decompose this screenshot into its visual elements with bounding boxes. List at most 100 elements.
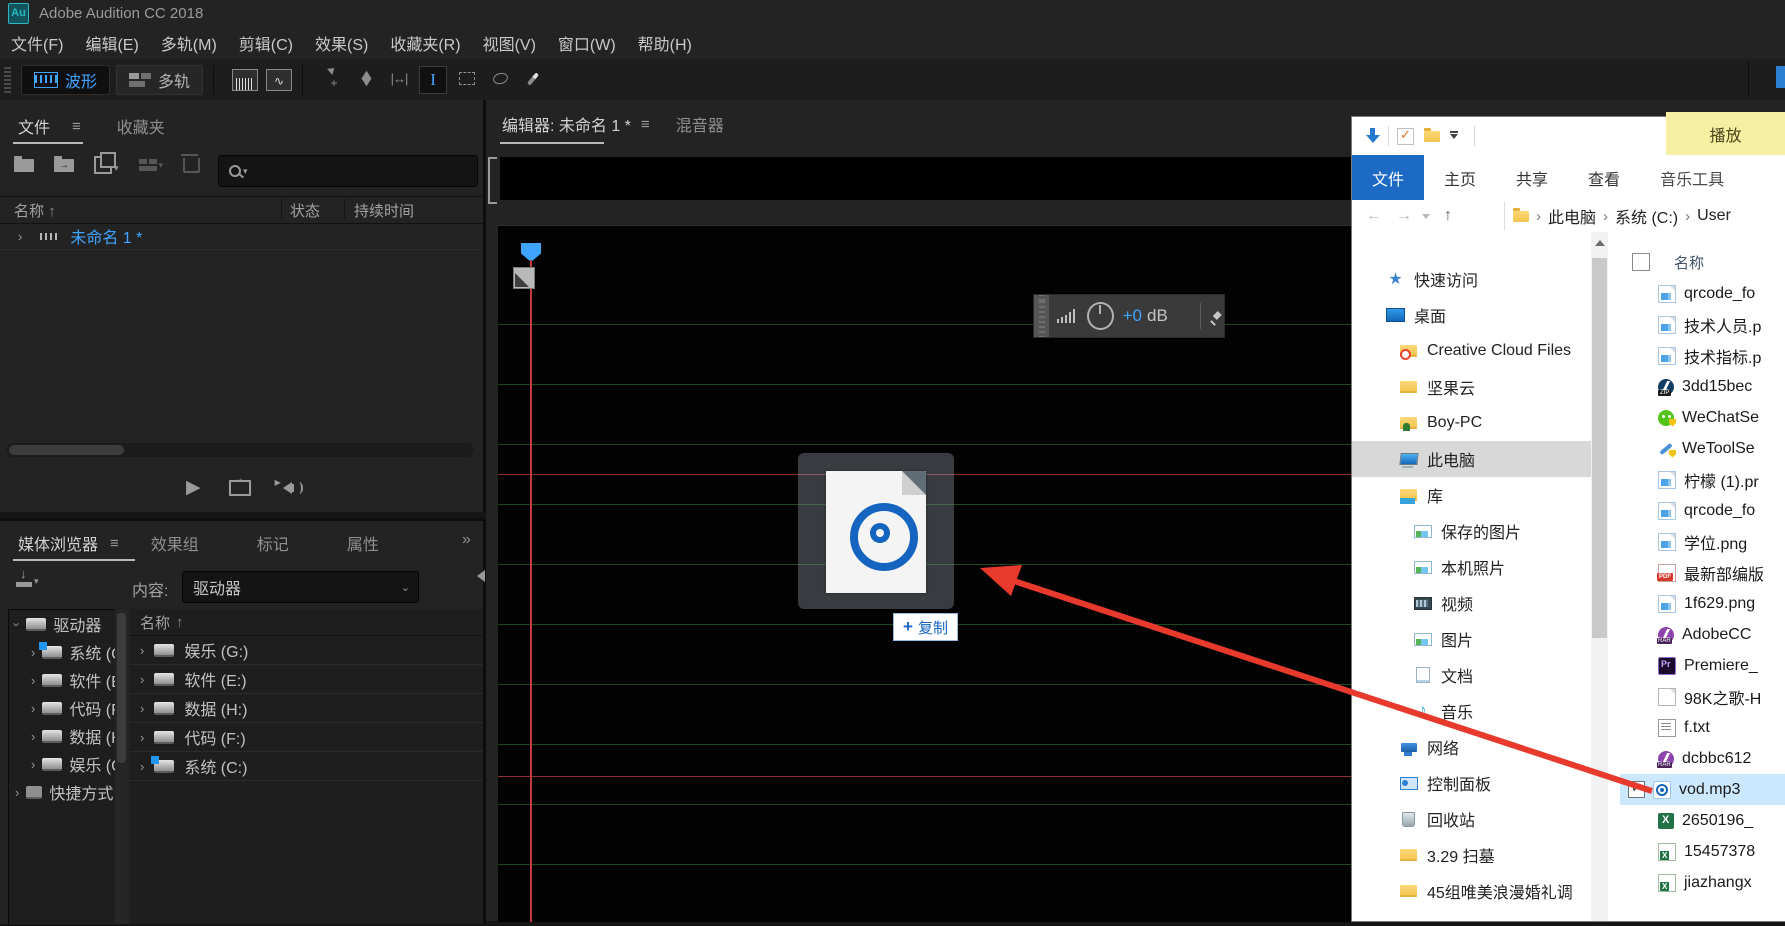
media-list-header[interactable]: 名称 ↑ [130,609,483,636]
file-list-header[interactable]: 名称 [1620,248,1785,276]
expand-chevron-icon[interactable]: › [140,759,144,774]
chevron-down-icon[interactable] [1450,133,1458,139]
explorer-file-row[interactable]: 技术人员.p [1620,309,1785,340]
explorer-file-row[interactable]: jiazhangx [1620,867,1785,898]
menu-item[interactable]: 多轨(M) [150,26,228,59]
explorer-file-row[interactable]: 柠檬 (1).pr [1620,464,1785,495]
panel-menu-icon[interactable]: ≡ [641,116,650,133]
ribbon-tab[interactable]: 音乐工具 [1640,155,1744,200]
explorer-file-row[interactable]: 技术指标.p [1620,340,1785,371]
tool-button[interactable] [487,66,513,92]
volume-knob[interactable] [1086,302,1114,330]
expand-chevron-icon[interactable]: › [15,785,19,800]
spectral-display-button[interactable]: ∿ [266,68,293,91]
explorer-sidebar-item[interactable]: Boy-PC [1352,405,1591,441]
explorer-sidebar-item[interactable]: 快速访问 [1352,261,1591,297]
explorer-sidebar-item[interactable]: Creative Cloud Files [1352,333,1591,369]
explorer-file-row[interactable]: 学位.png [1620,526,1785,557]
menu-item[interactable]: 视图(V) [472,26,547,59]
checkbox-icon[interactable] [1397,127,1414,145]
ribbon-tab[interactable]: 查看 [1568,155,1640,200]
explorer-sidebar-item[interactable]: 库 [1352,477,1591,513]
auto-play-speaker-icon[interactable]: ▶ [275,478,303,496]
expand-chevron-icon[interactable]: › [140,730,144,745]
tree-shortcuts[interactable]: › 快捷方式 [9,778,116,806]
explorer-file-row[interactable]: 1f629.png [1620,588,1785,619]
tab-effects-rack[interactable]: 效果组 [151,531,199,555]
explorer-sidebar-item[interactable]: 回收站 [1352,801,1591,837]
scrollbar-thumb[interactable] [9,445,124,455]
files-column-header[interactable]: 名称 ↑ 状态 持续时间 [0,196,483,224]
explorer-sidebar-item[interactable]: 保存的图片 [1352,513,1591,549]
overview-bracket-handle[interactable] [488,157,497,204]
import-media-icon[interactable] [16,566,32,587]
tree-scrollbar[interactable] [115,609,128,924]
tree-root-drives[interactable]: › 驱动器 [9,610,116,638]
expand-chevron-icon[interactable]: › [140,643,144,658]
tree-drive-item[interactable]: › 娱乐 (G:) [9,750,116,778]
drive-row[interactable]: › 代码 (F:) [130,723,483,752]
drive-row[interactable]: › 数据 (H:) [130,694,483,723]
tab-markers[interactable]: 标记 [257,531,289,555]
explorer-sidebar-item[interactable]: 音乐 [1352,693,1591,729]
tool-button[interactable] [386,66,412,92]
explorer-file-row[interactable]: 2650196_ [1620,805,1785,836]
breadcrumb-item[interactable]: User [1678,204,1731,228]
file-item-row[interactable]: › 未命名 1 * [0,223,483,250]
explorer-sidebar-item[interactable]: 控制面板 [1352,765,1591,801]
horizontal-scrollbar[interactable] [6,443,474,457]
expand-chevron-icon[interactable]: › [18,229,22,244]
explorer-file-row[interactable]: WeToolSe [1620,433,1785,464]
tool-button[interactable] [454,66,480,92]
tool-button[interactable] [520,66,546,92]
hud-drag-handle[interactable] [1034,295,1050,337]
explorer-file-row[interactable]: 最新部编版 [1620,557,1785,588]
tool-button[interactable] [320,66,346,92]
channel-corner-icon[interactable] [513,267,535,289]
expand-chevron-icon[interactable]: › [31,701,35,716]
volume-value[interactable]: +0 [1123,306,1142,326]
panel-menu-icon[interactable]: ≡ [110,535,119,552]
explorer-file-row[interactable]: 3dd15bec [1620,371,1785,402]
menu-item[interactable]: 编辑(E) [74,26,149,59]
explorer-file-row[interactable]: Premiere_ [1620,650,1785,681]
explorer-sidebar-item[interactable]: 图片 [1352,621,1591,657]
workspace-icon[interactable] [1776,66,1785,88]
menu-item[interactable]: 收藏夹(R) [379,26,471,59]
select-all-checkbox[interactable] [1632,253,1650,271]
volume-hud[interactable]: +0 dB [1033,294,1225,338]
file-checkbox[interactable] [1628,780,1645,798]
tree-drive-item[interactable]: › 代码 (F:) [9,694,116,722]
scrollbar-thumb[interactable] [117,613,126,763]
ribbon-tab[interactable]: 共享 [1496,155,1568,200]
menu-item[interactable]: 剪辑(C) [228,26,304,59]
multitrack-view-button[interactable]: 多轨 [116,64,204,95]
play-icon[interactable]: ▶ [186,476,201,499]
pin-icon[interactable] [1211,309,1224,323]
explorer-file-row[interactable]: dcbbc612 [1620,743,1785,774]
explorer-file-row[interactable]: 98K之歌-H [1620,681,1785,712]
column-name[interactable]: 名称 ↑ [14,200,56,221]
forward-icon[interactable]: → [1396,207,1412,225]
back-icon[interactable]: ← [1366,207,1382,225]
tree-drive-item[interactable]: › 系统 (C:) [9,638,116,666]
panel-collapse-arrow-icon[interactable] [477,570,485,582]
column-status[interactable]: 状态 [290,200,320,221]
breadcrumb-item[interactable]: 系统 (C:) [1596,204,1678,228]
explorer-sidebar-item[interactable]: 网络 [1352,729,1591,765]
column-duration[interactable]: 持续时间 [354,200,414,221]
search-dropdown-icon[interactable]: ▾ [243,166,248,177]
menu-item[interactable]: 帮助(H) [627,26,703,59]
panel-menu-icon[interactable]: ≡ [72,118,81,135]
tool-button[interactable] [353,66,379,92]
scrollbar-thumb[interactable] [1592,258,1607,638]
import-file-icon[interactable]: → [54,155,74,172]
folder-icon[interactable] [1424,127,1440,142]
explorer-sidebar-item[interactable]: 视频 [1352,585,1591,621]
toolbar-grip[interactable] [4,66,11,93]
expand-chevron-icon[interactable]: › [31,729,35,744]
column-separator[interactable] [281,199,282,219]
contextual-tab-play[interactable]: 播放 [1666,112,1785,155]
tab-overflow-icon[interactable]: » [462,531,471,549]
drive-row[interactable]: › 软件 (E:) [130,665,483,694]
